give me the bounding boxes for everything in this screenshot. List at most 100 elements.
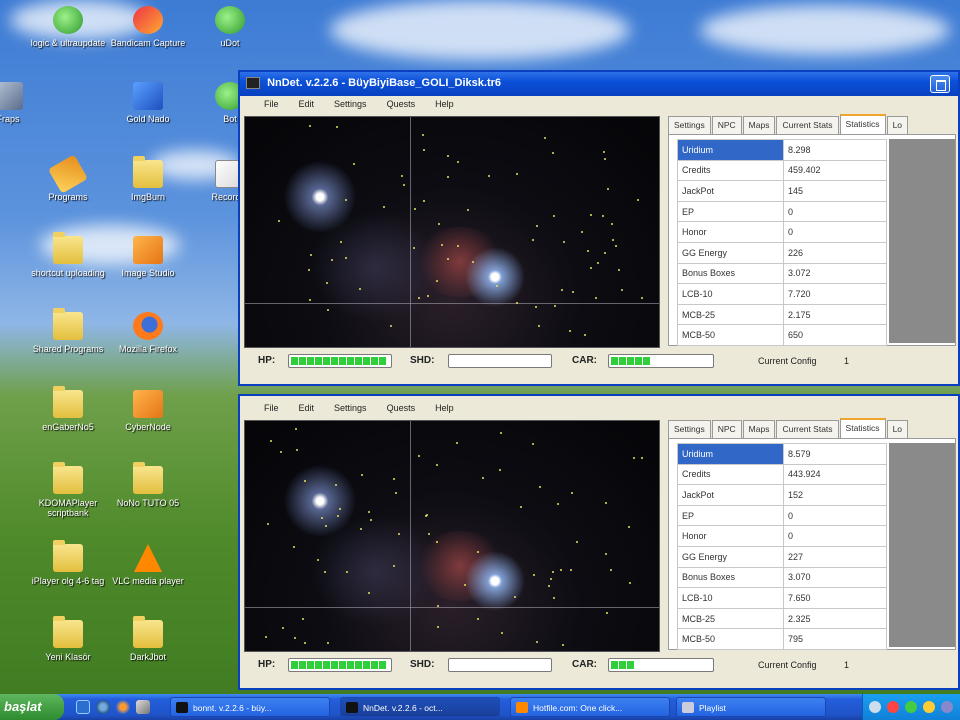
desktop-icon-label: Programs [48,192,88,202]
desktop-icon[interactable]: VLC media player [110,544,186,586]
table-row[interactable]: JackPot 145 [677,180,887,202]
desktop-icon[interactable]: shortcut uploading [30,232,106,278]
taskbar-button[interactable]: Hotfile.com: One click... [510,697,670,717]
game-minimap[interactable] [244,420,660,652]
taskbar: başlat bonnt. v.2.2.6 - büy... NnDet. v.2… [0,694,960,720]
desktop-icon[interactable]: Yeni Klasör [30,616,106,662]
game-minimap[interactable] [244,116,660,348]
stat-value: 226 [783,241,887,264]
desktop-icon[interactable]: iPlayer olg 4-6 tag [30,540,106,586]
menu-bar: File Edit Settings Quests Help [240,96,958,114]
npc-dot [621,289,623,291]
menu-help[interactable]: Help [425,403,464,418]
table-row[interactable]: MCB-50 795 [677,628,887,650]
update-icon[interactable] [905,701,917,713]
pencil-icon [48,154,88,194]
desktop-icon[interactable]: KDOMAPlayer scriptbank [30,462,106,518]
desktop-icon[interactable]: Bandicam Capture [110,6,186,48]
menu-file[interactable]: File [254,99,289,114]
empty-panel [889,443,955,647]
menu-edit[interactable]: Edit [289,403,325,418]
desktop-icon[interactable]: Programs [30,154,106,202]
network-icon[interactable] [869,701,881,713]
table-row[interactable]: Honor 0 [677,221,887,243]
table-row[interactable]: GG Energy 226 [677,241,887,264]
tab-lo[interactable]: Lo [886,420,909,438]
firefox-icon[interactable] [116,700,130,714]
table-row[interactable]: Uridium 8.579 [677,443,887,465]
desktop-icon[interactable]: logic & ultraupdate [30,6,106,48]
table-row[interactable]: Bonus Boxes 3.070 [677,566,887,589]
table-row[interactable]: MCB-50 650 [677,324,887,346]
table-row[interactable]: LCB-10 7.650 [677,587,887,609]
tab-current-stats[interactable]: Current Stats [776,420,839,438]
taskbar-button[interactable]: NnDet. v.2.2.6 - oct... [340,697,500,717]
npc-dot [604,252,606,254]
tray-app-icon[interactable] [941,701,953,713]
taskbar-button-label: bonnt. v.2.2.6 - büy... [193,703,272,713]
empty-panel [889,139,955,343]
menu-help[interactable]: Help [425,99,464,114]
volume-icon[interactable] [923,701,935,713]
media-player-icon[interactable] [136,700,150,714]
npc-dot [296,449,298,451]
menu-settings[interactable]: Settings [324,403,377,418]
desktop-icon[interactable]: Gold Nado [110,82,186,124]
menu-edit[interactable]: Edit [289,99,325,114]
table-row[interactable]: Credits 459.402 [677,159,887,182]
menu-quests[interactable]: Quests [377,403,426,418]
table-row[interactable]: Uridium 8.298 [677,139,887,161]
app-blue-icon [133,82,163,110]
start-button[interactable]: başlat [0,694,64,720]
table-row[interactable]: LCB-10 7.720 [677,283,887,305]
menu-file[interactable]: File [254,403,289,418]
shd-label: SHD: [410,355,435,366]
menu-quests[interactable]: Quests [377,99,426,114]
table-row[interactable]: Credits 443.924 [677,463,887,486]
table-row[interactable]: Honor 0 [677,525,887,547]
desktop-icon[interactable]: CyberNode [110,390,186,432]
desktop-icon-label: ImgBurn [130,192,165,202]
menu-settings[interactable]: Settings [324,99,377,114]
bar-segment [299,357,306,365]
table-row[interactable]: Bonus Boxes 3.072 [677,262,887,285]
table-row[interactable]: EP 0 [677,200,887,223]
tab-current-stats[interactable]: Current Stats [776,116,839,134]
desktop-icon[interactable]: DarkJbot [110,616,186,662]
desktop-icon[interactable]: uDot [192,6,268,48]
desktop-icon[interactable]: enGaberNo5 [30,386,106,432]
table-row[interactable]: JackPot 152 [677,484,887,506]
tab-settings[interactable]: Settings [668,420,711,438]
table-row[interactable]: MCB-25 2.325 [677,607,887,630]
show-desktop-icon[interactable] [76,700,90,714]
npc-dot [641,457,643,459]
desktop-icon[interactable]: NoNo TUTO 05 [110,462,186,508]
npc-dot [339,508,341,510]
npc-dot [467,209,469,211]
bar-segment [323,661,330,669]
desktop-icon[interactable]: ImgBurn [110,156,186,202]
tab-statistics[interactable]: Statistics [839,418,886,438]
bar-segment [611,661,618,669]
maximize-button[interactable] [930,75,950,93]
desktop-icon[interactable]: Fraps [0,82,46,124]
table-row[interactable]: EP 0 [677,504,887,527]
taskbar-button[interactable]: Playlist [676,697,826,717]
tab-statistics[interactable]: Statistics [839,114,886,134]
security-icon[interactable] [887,701,899,713]
tab-npc[interactable]: NPC [711,420,742,438]
tab-maps[interactable]: Maps [742,420,776,438]
desktop-icon[interactable]: Shared Programs [30,308,106,354]
tab-maps[interactable]: Maps [742,116,776,134]
folder-icon [133,462,163,494]
internet-explorer-icon[interactable] [96,700,110,714]
taskbar-button[interactable]: bonnt. v.2.2.6 - büy... [170,697,330,717]
table-row[interactable]: GG Energy 227 [677,545,887,568]
desktop-icon[interactable]: Mozilla Firefox [110,312,186,354]
tab-lo[interactable]: Lo [886,116,909,134]
desktop-icon[interactable]: Image Studio [110,236,186,278]
tab-settings[interactable]: Settings [668,116,711,134]
tab-npc[interactable]: NPC [711,116,742,134]
title-bar[interactable]: NnDet. v.2.2.6 - BüyBiyiBase_GOLI_Diksk.… [240,72,958,96]
table-row[interactable]: MCB-25 2.175 [677,303,887,326]
